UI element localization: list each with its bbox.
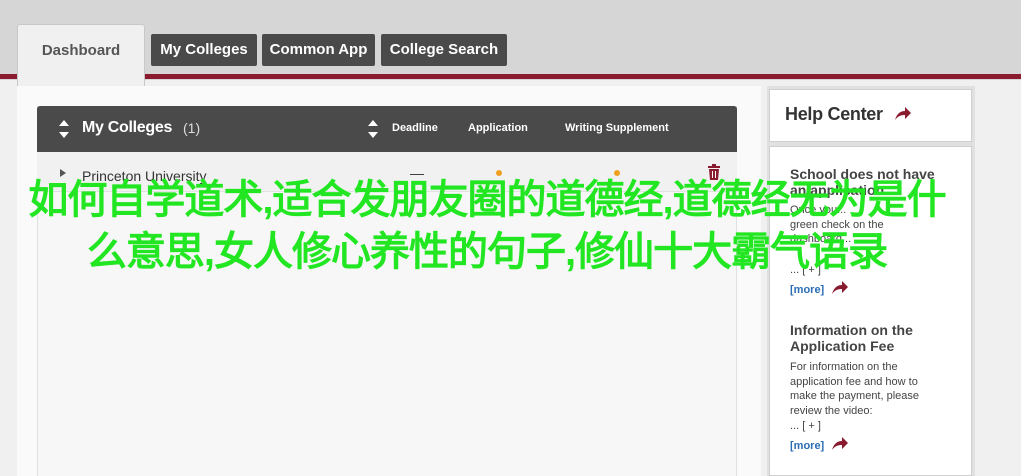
tab-dashboard[interactable]: Dashboard — [17, 24, 145, 86]
more-link[interactable]: [more] — [790, 440, 824, 452]
tab-my-colleges[interactable]: My Colleges — [151, 34, 257, 66]
column-writing-supplement[interactable]: Writing Supplement — [565, 122, 669, 134]
tab-dashboard-label: Dashboard — [41, 42, 121, 59]
tab-common-app[interactable]: Common App — [262, 34, 375, 66]
column-deadline[interactable]: Deadline — [392, 122, 438, 134]
arrow-icon[interactable] — [831, 437, 848, 451]
article-title-line: Information on the — [790, 322, 913, 338]
article-body-line: For information on the — [790, 361, 898, 373]
tab-college-search[interactable]: College Search — [381, 34, 507, 66]
expand-toggle[interactable]: ... [ + ] — [790, 420, 821, 432]
article-body-line: application fee and how to — [790, 375, 918, 388]
article-body-line: make the payment, please — [790, 390, 920, 402]
colleges-count: (1) — [183, 120, 201, 136]
article-title-line: Application Fee — [790, 338, 895, 354]
article-body: For information on the application fee a… — [790, 360, 960, 418]
arrow-icon[interactable] — [894, 107, 911, 121]
colleges-grid-header: My Colleges (1) Deadline Application Wri… — [37, 106, 737, 152]
sort-icon[interactable] — [59, 120, 69, 138]
column-application[interactable]: Application — [468, 122, 528, 134]
article-body-line: review the video: — [790, 404, 873, 417]
more-link[interactable]: [more] — [790, 284, 824, 296]
deadline-sort-icon[interactable] — [368, 120, 378, 138]
arrow-icon[interactable] — [831, 281, 848, 295]
colleges-title: My Colleges — [82, 119, 173, 136]
article-title[interactable]: Information on the Application Fee — [790, 322, 960, 354]
help-center-title[interactable]: Help Center — [785, 104, 883, 125]
accent-divider — [0, 74, 1021, 79]
overlay-caption: 如何自学道术,适合发朋友圈的道德经,道德经无为是什么意思,女人修心养性的句子,修… — [28, 178, 946, 274]
